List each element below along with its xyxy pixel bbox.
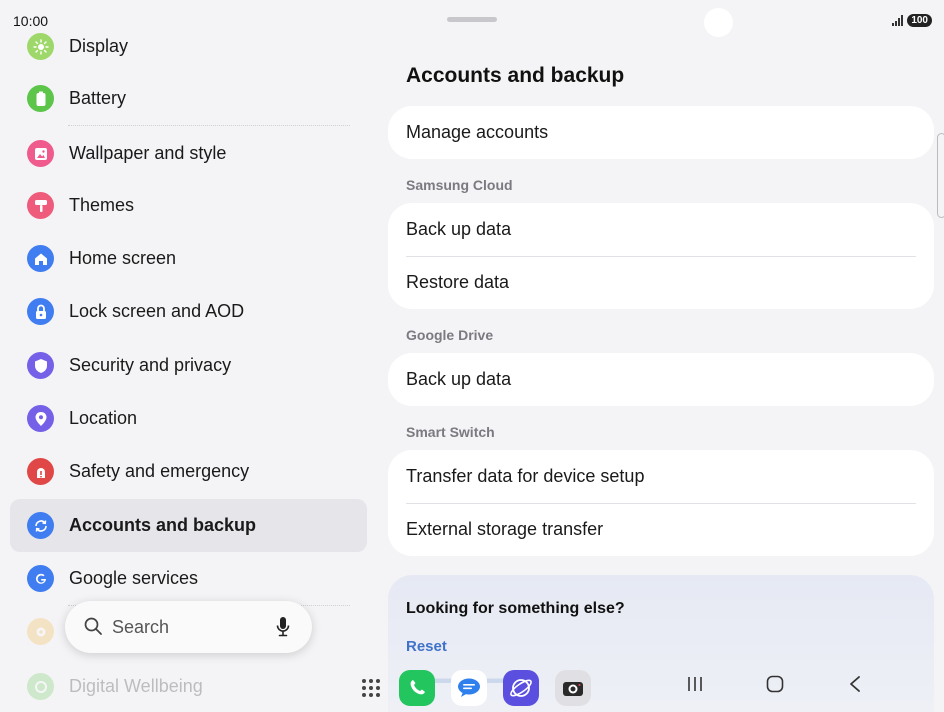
sidebar-item-label: Home screen: [69, 248, 177, 268]
section-header-samsung-cloud: Samsung Cloud: [406, 177, 513, 193]
transfer-device-setup-item[interactable]: Transfer data for device setup: [388, 450, 934, 503]
item-label: Manage accounts: [406, 122, 549, 142]
item-label: Back up data: [406, 219, 512, 239]
sidebar-item-label: Lock screen and AOD: [69, 301, 245, 321]
sidebar-item-label: Location: [69, 408, 138, 428]
home-icon: [27, 245, 54, 272]
sidebar-item-label: Accounts and backup: [69, 515, 257, 535]
status-icons: 100: [892, 14, 932, 27]
picture-icon: [27, 140, 54, 167]
sidebar-item-label: Battery: [69, 88, 127, 108]
battery-indicator: 100: [907, 14, 932, 27]
divider: [68, 125, 350, 126]
google-backup-item[interactable]: Back up data: [388, 353, 934, 406]
item-label: Transfer data for device setup: [406, 466, 645, 486]
sidebar-item-location[interactable]: Location: [10, 392, 367, 445]
sidebar-item-label: Display: [69, 36, 129, 56]
sidebar-item-battery[interactable]: Battery: [10, 72, 367, 125]
taskbar: [0, 664, 944, 712]
gear-icon: [27, 618, 54, 645]
item-label: Back up data: [406, 369, 512, 389]
sidebar-item-google[interactable]: Google services: [10, 552, 367, 605]
sidebar-item-label: Wallpaper and style: [69, 143, 227, 163]
sync-icon: [27, 512, 54, 539]
recent-apps-button[interactable]: [687, 675, 703, 698]
sidebar-item-safety[interactable]: Safety and emergency: [10, 445, 367, 498]
item-label: Restore data: [406, 272, 510, 292]
sidebar-item-label: Google services: [69, 568, 199, 588]
sun-icon: [27, 33, 54, 60]
edge-panel-handle[interactable]: [937, 133, 944, 218]
search-bar[interactable]: Search: [65, 601, 312, 653]
back-button[interactable]: [848, 675, 862, 698]
page-title: Accounts and backup: [406, 64, 625, 87]
search-input[interactable]: Search: [112, 617, 169, 638]
sidebar-item-label: Safety and emergency: [69, 461, 250, 481]
sidebar-item-display[interactable]: Display: [10, 20, 367, 73]
looking-title: Looking for something else?: [406, 600, 625, 617]
internet-app-icon[interactable]: [503, 670, 539, 706]
home-button[interactable]: [766, 675, 784, 698]
sidebar-item-themes[interactable]: Themes: [10, 179, 367, 232]
sidebar-item-wallpaper[interactable]: Wallpaper and style: [10, 127, 367, 180]
google-drive-card: Back up data: [388, 353, 934, 406]
sidebar-item-home-screen[interactable]: Home screen: [10, 232, 367, 285]
paint-roller-icon: [27, 192, 54, 219]
signal-icon: [892, 15, 904, 26]
section-header-smart-switch: Smart Switch: [406, 424, 495, 440]
item-label: External storage transfer: [406, 519, 604, 539]
battery-icon: [27, 85, 54, 112]
external-storage-transfer-item[interactable]: External storage transfer: [388, 503, 934, 556]
messages-app-icon[interactable]: [451, 670, 487, 706]
samsung-backup-item[interactable]: Back up data: [388, 203, 934, 256]
shield-icon: [27, 352, 54, 379]
manage-accounts-item[interactable]: Manage accounts: [388, 106, 934, 159]
app-drawer-icon[interactable]: [362, 679, 380, 697]
drag-handle[interactable]: [447, 17, 497, 22]
sidebar-item-label: Themes: [69, 195, 135, 215]
phone-app-icon[interactable]: [399, 670, 435, 706]
reset-link[interactable]: Reset: [406, 638, 447, 655]
location-pin-icon: [27, 405, 54, 432]
camera-app-icon[interactable]: [555, 670, 591, 706]
google-g-icon: [27, 565, 54, 592]
section-header-google-drive: Google Drive: [406, 327, 494, 343]
microphone-icon[interactable]: [275, 616, 291, 643]
sidebar-item-security[interactable]: Security and privacy: [10, 339, 367, 392]
sidebar-item-lock-screen[interactable]: Lock screen and AOD: [10, 285, 367, 338]
search-icon: [83, 616, 103, 641]
front-camera-cutout: [704, 8, 733, 37]
emergency-icon: [27, 458, 54, 485]
manage-accounts-card: Manage accounts: [388, 106, 934, 159]
samsung-restore-item[interactable]: Restore data: [388, 256, 934, 309]
sidebar-item-accounts-backup[interactable]: Accounts and backup: [10, 499, 367, 552]
samsung-cloud-card: Back up data Restore data: [388, 203, 934, 309]
sidebar-item-label: Security and privacy: [69, 355, 232, 375]
lock-icon: [27, 298, 54, 325]
smart-switch-card: Transfer data for device setup External …: [388, 450, 934, 556]
